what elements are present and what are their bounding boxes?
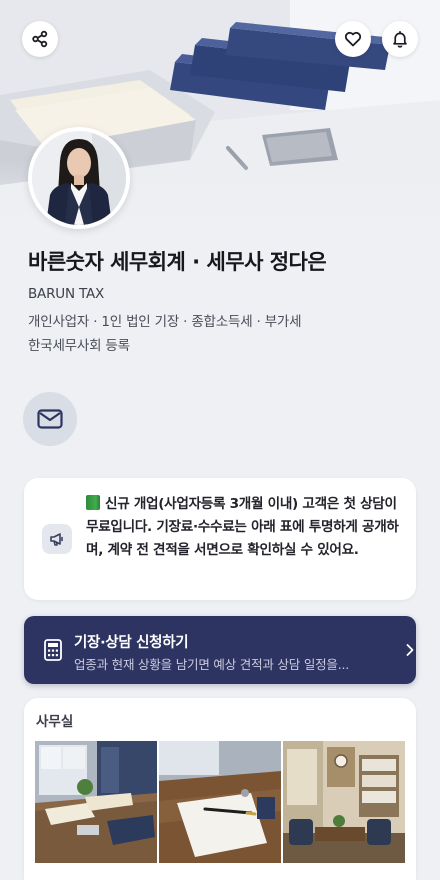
mail-icon: [37, 409, 63, 429]
calculator-icon: [44, 639, 62, 661]
bell-icon: [393, 30, 407, 48]
avatar: [28, 127, 130, 229]
office-photo-desk[interactable]: [35, 741, 157, 863]
megaphone-icon: [42, 524, 72, 554]
green-book-icon: [86, 495, 100, 510]
office-photo-paper[interactable]: [159, 741, 281, 863]
notice-text: 신규 개업(사업자등록 3개월 이내) 고객은 첫 상담이 무료입니다. 기장료…: [86, 493, 404, 562]
page-title: 바른숫자 세무회계 · 세무사 정다은: [28, 250, 327, 274]
apply-consultation-button[interactable]: 기장·상담 신청하기 업종과 현재 상황을 남기면 예상 견적과 상담 일정을.…: [24, 616, 416, 684]
like-button[interactable]: [335, 21, 371, 57]
notice-card: 신규 개업(사업자등록 3개월 이내) 고객은 첫 상담이 무료입니다. 기장료…: [24, 478, 416, 600]
heart-icon: [344, 31, 362, 47]
notification-button[interactable]: [382, 21, 418, 57]
office-gallery: 사무실: [24, 698, 416, 880]
office-section-title: 사무실: [36, 714, 74, 730]
brand-name: BARUN TAX: [28, 286, 105, 302]
contact-mail-button[interactable]: [23, 392, 77, 446]
share-button[interactable]: [22, 21, 58, 57]
office-photo-meeting-room[interactable]: [283, 741, 405, 863]
cta-description: 업종과 현재 상황을 남기면 예상 견적과 상담 일정을...: [74, 657, 350, 672]
chevron-right-icon: [406, 644, 414, 656]
registration-status: 한국세무사회 등록: [28, 338, 130, 354]
service-list: 개인사업자 · 1인 법인 기장 · 종합소득세 · 부가세: [28, 314, 302, 330]
cta-title: 기장·상담 신청하기: [74, 635, 189, 651]
share-icon: [32, 30, 48, 48]
notice-message: 신규 개업(사업자등록 3개월 이내) 고객은 첫 상담이 무료입니다. 기장료…: [86, 496, 399, 558]
avatar-photo: [32, 131, 126, 225]
